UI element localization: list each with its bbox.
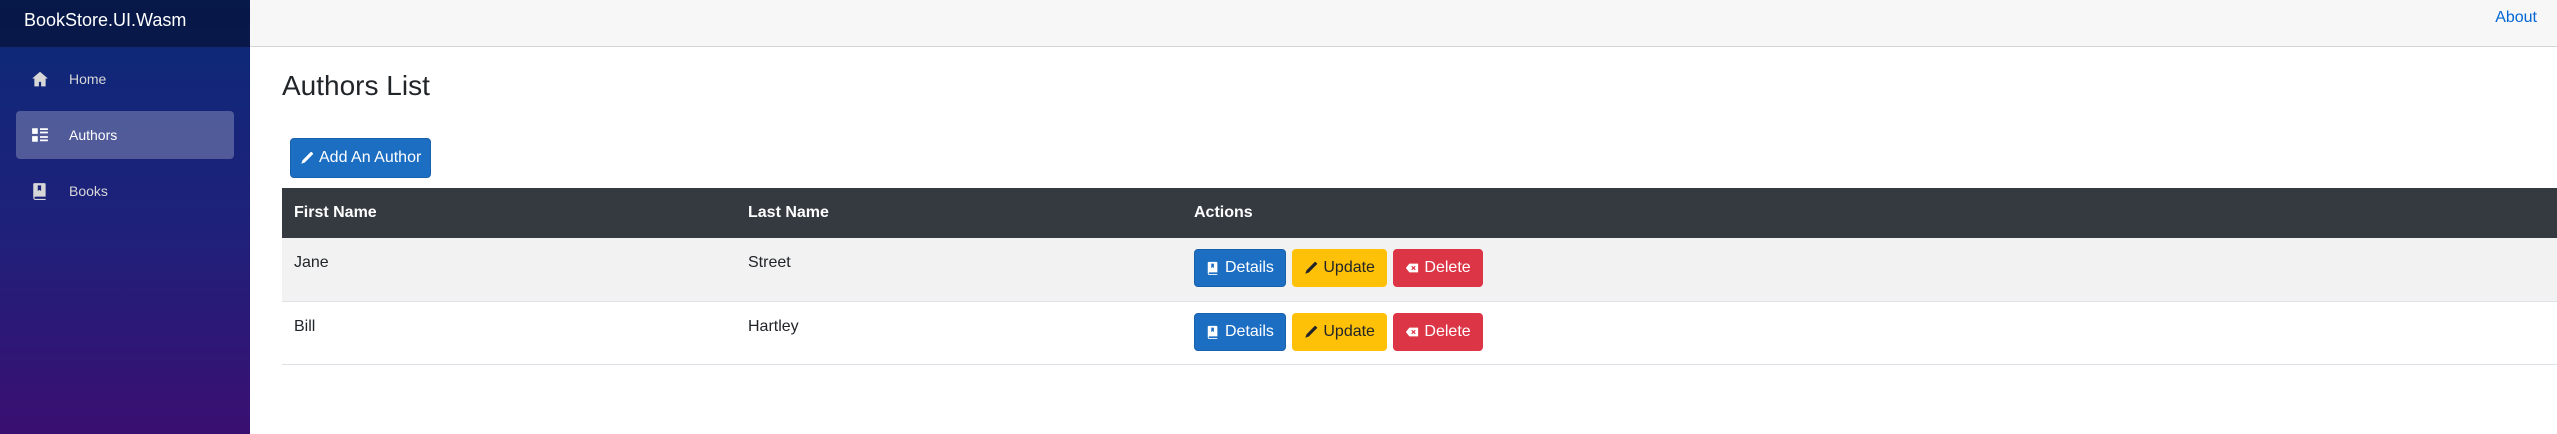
update-label: Update: [1323, 322, 1375, 340]
about-link[interactable]: About: [2495, 9, 2537, 27]
delete-button[interactable]: Delete: [1393, 312, 1483, 351]
book-icon: [1207, 261, 1218, 275]
details-label: Details: [1225, 322, 1274, 340]
backspace-icon: [1406, 327, 1419, 336]
sidebar: BookStore.UI.Wasm Home Authors Books: [0, 0, 250, 434]
table-row: Jane Street Details Update Delete: [282, 238, 2557, 301]
book-icon: [1207, 325, 1218, 339]
table-header-row: First Name Last Name Actions: [282, 188, 2557, 238]
sidebar-item-label: Authors: [69, 127, 118, 143]
authors-table: First Name Last Name Actions Jane Street…: [282, 188, 2557, 365]
last-name-cell: Street: [748, 254, 791, 271]
column-header-last-name: Last Name: [748, 204, 829, 221]
add-author-label: Add An Author: [319, 149, 422, 166]
add-author-button[interactable]: Add An Author: [290, 138, 432, 178]
pencil-icon: [1305, 261, 1318, 274]
delete-label: Delete: [1424, 259, 1471, 276]
last-name-cell: Hartley: [748, 317, 799, 335]
update-label: Update: [1323, 259, 1375, 276]
details-label: Details: [1225, 259, 1274, 276]
top-row: About: [250, 0, 2557, 47]
details-button[interactable]: Details: [1194, 312, 1286, 351]
page-title: Authors List: [282, 70, 430, 101]
book-icon: [31, 181, 51, 201]
brand-title[interactable]: BookStore.UI.Wasm: [0, 0, 250, 47]
update-button[interactable]: Update: [1292, 249, 1387, 287]
sidebar-item-label: Home: [69, 71, 107, 87]
first-name-cell: Jane: [294, 254, 329, 271]
sidebar-item-authors[interactable]: Authors: [16, 111, 234, 159]
update-button[interactable]: Update: [1292, 312, 1387, 351]
sidebar-item-books[interactable]: Books: [16, 167, 234, 215]
actions-cell: Details Update Delete: [1182, 238, 2557, 301]
first-name-cell: Bill: [294, 317, 316, 335]
sidebar-item-home[interactable]: Home: [16, 55, 234, 103]
pencil-icon: [1305, 325, 1318, 338]
table-row: Bill Hartley Details Update Delete: [282, 301, 2557, 364]
backspace-icon: [1406, 263, 1419, 273]
delete-button[interactable]: Delete: [1393, 249, 1483, 287]
main-content: About Authors List Add An Author First N…: [250, 0, 2557, 434]
column-header-first-name: First Name: [294, 204, 377, 221]
column-header-actions: Actions: [1194, 204, 1253, 221]
home-icon: [31, 69, 51, 89]
sidebar-nav: Home Authors Books: [0, 47, 250, 215]
pencil-icon: [301, 151, 314, 164]
app-root: BookStore.UI.Wasm Home Authors Books Abo…: [0, 0, 2557, 434]
sidebar-item-label: Books: [69, 183, 108, 199]
delete-label: Delete: [1424, 322, 1471, 340]
details-button[interactable]: Details: [1194, 249, 1286, 287]
page-content: Authors List: [250, 47, 2557, 107]
actions-cell: Details Update Delete: [1182, 301, 2557, 364]
list-icon: [31, 125, 51, 145]
